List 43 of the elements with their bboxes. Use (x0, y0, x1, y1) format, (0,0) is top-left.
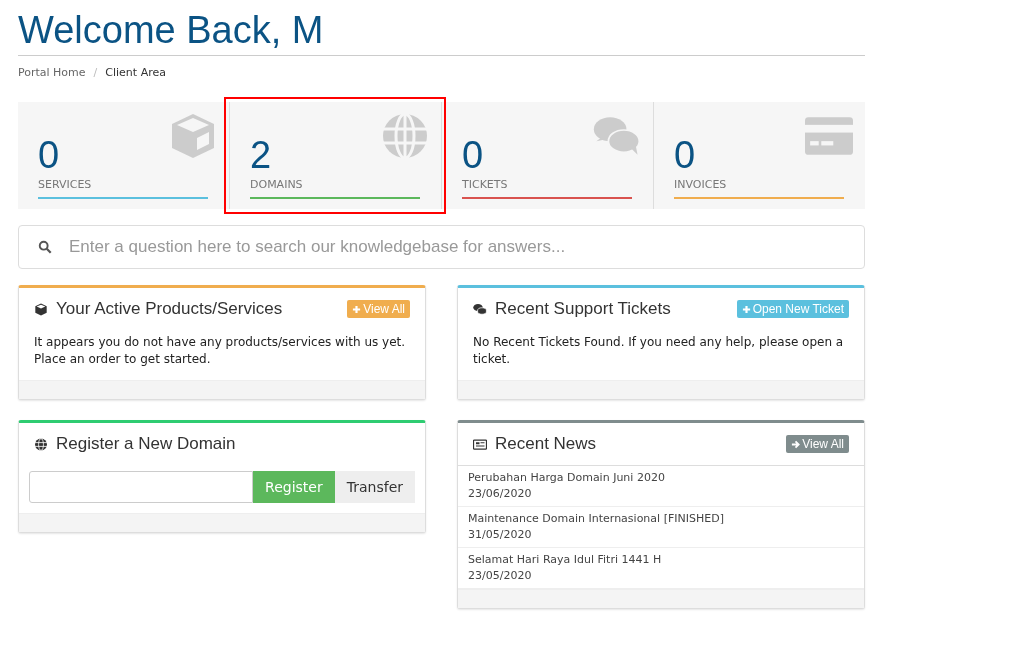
news-title: Perubahan Harga Domain Juni 2020 (468, 470, 666, 486)
news-title: Maintenance Domain Internasional [FINISHED] (468, 511, 725, 527)
stat-count: 0 (462, 134, 485, 176)
breadcrumb-separator: / (93, 66, 98, 81)
panel-message: No Recent Tickets Found. If you need any help, please open a ticket. (473, 334, 845, 368)
stat-label: INVOICES (674, 178, 728, 191)
search-field[interactable]: Enter a question here to search our knowledgebase for answers... (18, 225, 865, 269)
news-date: 31/05/2020 (468, 527, 533, 543)
stat-label: SERVICES (38, 178, 93, 191)
domain-input-field[interactable] (29, 471, 254, 503)
news-title: Selamat Hari Raya Idul Fitri 1441 H (468, 552, 663, 568)
stat-count: 2 (250, 134, 273, 176)
search-icon (38, 240, 52, 254)
globe-icon (34, 437, 48, 451)
stat-label: TICKETS (462, 178, 509, 191)
news-date: 23/05/2020 (468, 568, 533, 584)
panel-title: Register a New Domain (56, 434, 237, 454)
news-date: 23/06/2020 (468, 486, 533, 502)
plus-icon (741, 304, 751, 314)
stat-count: 0 (38, 134, 61, 176)
box-icon (34, 302, 48, 316)
panel-title: Recent News (495, 434, 598, 454)
stat-count: 0 (674, 134, 697, 176)
stat-tile[interactable]: 0 TICKETS (441, 102, 653, 209)
newspaper-icon (473, 437, 487, 451)
plus-icon (352, 304, 362, 314)
news-item[interactable]: Perubahan Harga Domain Juni 2020 23/06/2020 (458, 466, 864, 507)
stat-label: DOMAINS (250, 178, 304, 191)
stat-tile[interactable]: 2 DOMAINS (229, 102, 441, 209)
domain-action-button[interactable]: Transfer (334, 471, 415, 503)
panel-message: It appears you do not have any products/services with us yet. Place an order to get started. (34, 334, 407, 368)
breadcrumb-link[interactable]: Portal Home (18, 66, 86, 82)
breadcrumb-link[interactable]: Client Area (105, 66, 166, 82)
box-icon (169, 112, 217, 160)
panel-title: Your Active Products/Services (56, 299, 284, 319)
panel-title: Recent Support Tickets (495, 299, 672, 319)
chat-icon (473, 302, 487, 316)
news-item[interactable]: Maintenance Domain Internasional [FINISHED] 31/05/2020 (458, 507, 864, 548)
globe-icon (381, 112, 429, 160)
stat-tile[interactable]: 0 INVOICES (653, 102, 865, 209)
stat-tile[interactable]: 0 SERVICES (18, 102, 229, 209)
page-title: Welcome Back, M (18, 0, 865, 56)
arrow-right-icon (791, 439, 801, 449)
